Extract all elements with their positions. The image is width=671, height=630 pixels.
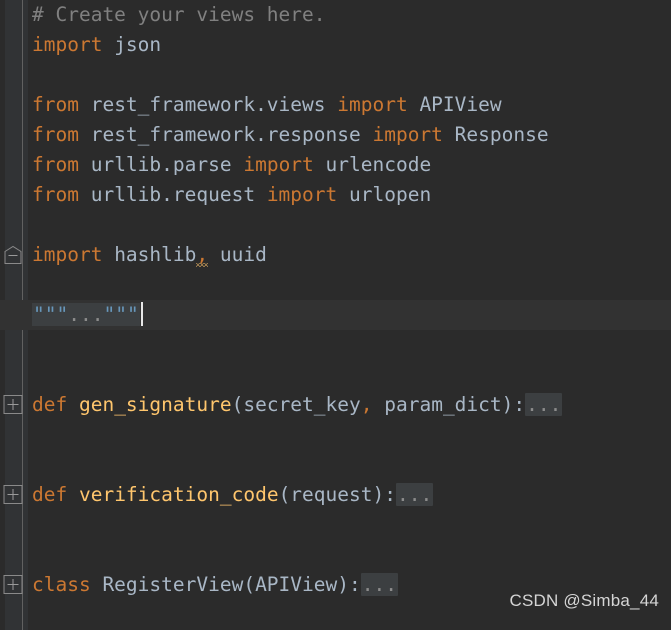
code-line[interactable]: [28, 540, 671, 570]
code-token-id: urlencode: [313, 153, 432, 176]
docstring-ellipsis: ...: [68, 303, 104, 326]
code-line[interactable]: [28, 450, 671, 480]
fold-expand-marker[interactable]: [3, 575, 23, 594]
code-line[interactable]: from rest_framework.views import APIView: [28, 90, 671, 120]
code-token-id: urlopen: [337, 183, 432, 206]
code-token-kw: ,: [360, 393, 373, 416]
code-token-id: rest_framework.views: [78, 93, 338, 116]
code-token-id: rest_framework.response: [78, 123, 373, 146]
code-token-kw: import: [32, 243, 103, 266]
code-token-pn: (request):: [278, 483, 396, 506]
folded-code-placeholder[interactable]: ...: [395, 483, 434, 506]
code-line[interactable]: [28, 420, 671, 450]
code-token-kw: class: [32, 573, 91, 596]
code-token-kw: import: [243, 153, 314, 176]
code-line[interactable]: from urllib.request import urlopen: [28, 180, 671, 210]
fold-collapse-marker[interactable]: [4, 245, 23, 264]
code-token-kw: import: [337, 93, 408, 116]
code-line[interactable]: from rest_framework.response import Resp…: [28, 120, 671, 150]
code-token-kw: def: [32, 393, 68, 416]
code-token-pn: param_dict):: [372, 393, 526, 416]
folded-docstring-placeholder[interactable]: """...""": [32, 303, 140, 326]
folded-code-placeholder[interactable]: ...: [525, 393, 563, 416]
code-token-id: hashlib: [102, 243, 197, 266]
code-token-kw: import: [372, 123, 443, 146]
code-token-fn: gen_signature: [67, 393, 232, 416]
code-line[interactable]: def gen_signature(secret_key, param_dict…: [28, 390, 671, 420]
code-line[interactable]: from urllib.parse import urlencode: [28, 150, 671, 180]
csdn-watermark: CSDN @Simba_44: [509, 591, 659, 610]
code-token-pn: (APIView):: [243, 573, 361, 596]
docstring-quote-open: """: [33, 303, 69, 326]
code-token-id: uuid: [208, 243, 267, 266]
code-token-id: json: [102, 33, 162, 56]
code-lines[interactable]: # Create your views here. import json from…: [0, 0, 671, 630]
code-token-kw: from: [32, 183, 79, 206]
code-token-id: urllib.parse: [78, 153, 244, 176]
code-token-id: urllib.request: [78, 183, 267, 206]
code-line[interactable]: [28, 270, 671, 300]
text-caret: [140, 302, 143, 326]
code-line[interactable]: [28, 210, 671, 240]
code-token-id: RegisterView: [90, 573, 244, 596]
code-token-kw: from: [32, 123, 79, 146]
fold-expand-marker[interactable]: [3, 395, 23, 414]
code-token-kw: def: [32, 483, 68, 506]
fold-expanded-icon: [4, 245, 22, 264]
code-token-id: APIView: [407, 93, 502, 116]
code-line[interactable]: import hashlib, uuid: [28, 240, 671, 270]
code-token-id: Response: [442, 123, 549, 146]
code-token-kw: import: [266, 183, 338, 206]
folded-code-placeholder[interactable]: ...: [360, 573, 398, 596]
fold-expand-marker[interactable]: [3, 485, 23, 504]
code-token-kw: from: [32, 93, 79, 116]
code-editor[interactable]: # Create your views here. import json from…: [0, 0, 671, 630]
code-line[interactable]: [28, 330, 671, 360]
code-line[interactable]: def verification_code(request):...: [28, 480, 671, 510]
code-line[interactable]: # Create your views here.: [28, 0, 671, 30]
code-token-fn: verification_code: [67, 483, 279, 506]
code-line[interactable]: [28, 60, 671, 90]
warning-underlined-token: ,: [196, 243, 209, 266]
code-line[interactable]: import json: [28, 30, 671, 60]
code-token-kw: from: [32, 153, 79, 176]
code-token-pn: (secret_key: [231, 393, 361, 416]
docstring-quote-close: """: [103, 303, 139, 326]
code-token-cmt: # Create your views here.: [32, 3, 326, 26]
code-line[interactable]: [28, 360, 671, 390]
code-token-kw: import: [32, 33, 103, 56]
code-line-current[interactable]: """...""": [0, 300, 671, 330]
code-line[interactable]: [28, 510, 671, 540]
